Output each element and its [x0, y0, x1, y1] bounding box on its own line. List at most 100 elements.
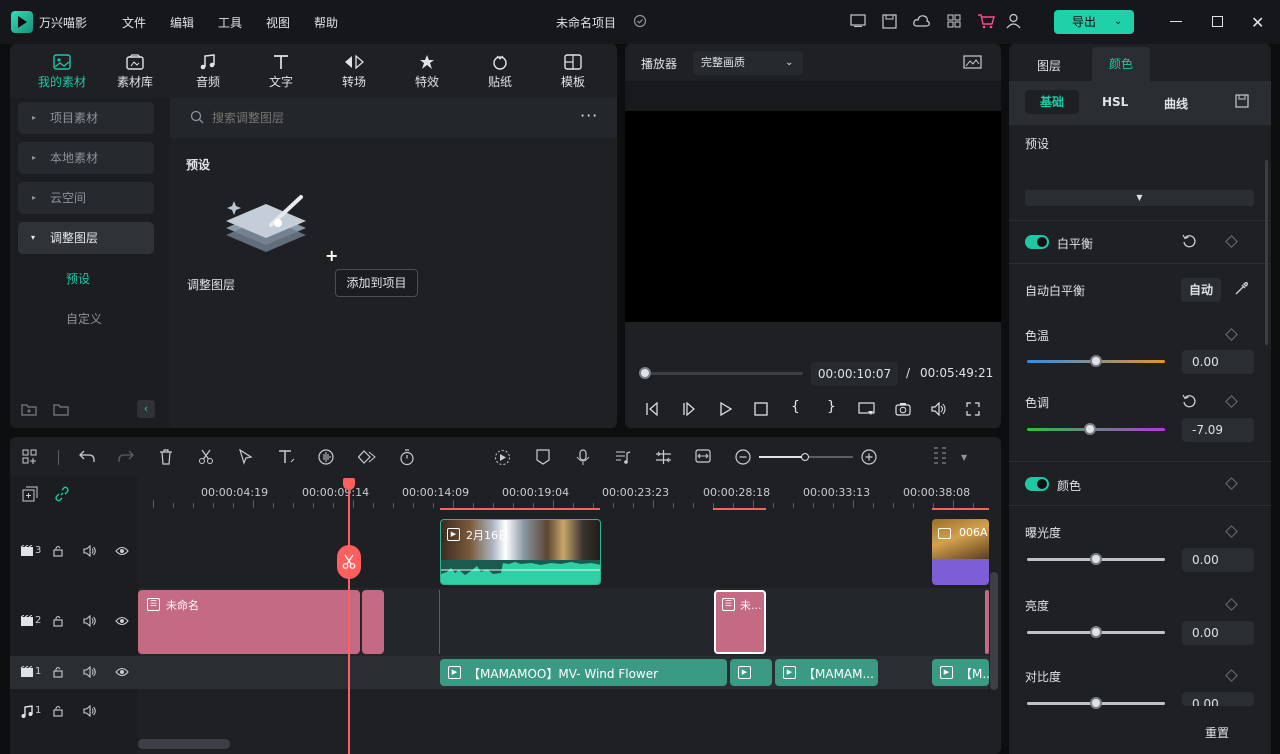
color-toggle[interactable] [1025, 477, 1049, 491]
tab-library[interactable]: 素材库 [105, 54, 165, 90]
brightness-value[interactable]: 0.00 [1182, 621, 1254, 645]
temperature-slider[interactable] [1027, 355, 1165, 367]
sidebar-item-project-media[interactable]: ▸ 项目素材 [18, 102, 154, 134]
menu-help[interactable]: 帮助 [314, 14, 338, 31]
exposure-slider[interactable] [1027, 553, 1165, 565]
tab-transition[interactable]: 转场 [324, 54, 384, 90]
split-scissors-icon[interactable] [198, 449, 214, 468]
tint-slider[interactable] [1027, 423, 1165, 435]
main-clip-wind-flower[interactable]: ▶ 【MAMAMOO】MV- Wind Flower [440, 659, 727, 686]
slider-knob[interactable] [1090, 355, 1102, 367]
zoom-in-icon[interactable] [861, 449, 877, 468]
export-button[interactable]: 导出 ⌄ [1054, 10, 1134, 34]
select-tool-icon[interactable] [238, 448, 254, 468]
zoom-slider[interactable] [759, 453, 853, 461]
track-lock-icon[interactable] [52, 666, 64, 681]
adjustment-clip-c[interactable] [985, 590, 989, 654]
mark-out-icon[interactable]: } [827, 399, 836, 415]
cart-icon[interactable] [977, 13, 995, 32]
video-clip-feb16[interactable]: ▶ 2月16日 [440, 519, 601, 585]
reset-button[interactable]: 重置 [1205, 724, 1229, 741]
account-icon[interactable] [1006, 13, 1021, 32]
tab-color[interactable]: 颜色 [1092, 47, 1150, 81]
contrast-value[interactable]: 0.00 [1182, 692, 1254, 706]
audio-edit-icon[interactable] [318, 449, 335, 468]
video-clip-006a[interactable]: 006A [932, 519, 989, 585]
save-icon[interactable] [882, 14, 897, 32]
sidebar-item-cloud[interactable]: ▸ 云空间 [18, 182, 154, 214]
tab-template[interactable]: 模板 [543, 54, 603, 90]
mark-in-icon[interactable]: { [791, 399, 800, 415]
text-tool-icon[interactable] [278, 449, 296, 468]
export-dropdown-icon[interactable]: ⌄ [1114, 10, 1122, 34]
eyedropper-icon[interactable] [1234, 281, 1249, 299]
track-visibility-icon[interactable] [115, 615, 129, 630]
playhead-line[interactable] [348, 487, 350, 754]
tab-my-media[interactable]: 我的素材 [32, 54, 92, 90]
brightness-slider[interactable] [1027, 626, 1165, 638]
playhead-split-button[interactable] [337, 545, 361, 579]
reset-white-balance-icon[interactable] [1182, 234, 1197, 252]
sidebar-item-adjustment-layer[interactable]: ▾ 调整图层 [18, 222, 154, 254]
new-folder-icon[interactable] [21, 402, 37, 419]
track-visibility-icon[interactable] [115, 666, 129, 681]
next-frame-icon[interactable] [682, 401, 696, 419]
slider-knob[interactable] [1090, 626, 1102, 638]
menu-file[interactable]: 文件 [122, 14, 146, 31]
layout-icon[interactable] [22, 449, 38, 468]
fullscreen-icon[interactable] [966, 402, 980, 419]
cloud-upload-icon[interactable] [913, 14, 931, 31]
adjustment-clip-b[interactable]: ☰ 未... [714, 590, 766, 654]
timeline-v-scrollbar[interactable] [990, 572, 998, 690]
menu-tools[interactable]: 工具 [218, 14, 242, 31]
preset-dropdown[interactable]: ▼ [1025, 190, 1254, 206]
playhead-handle[interactable] [343, 478, 355, 490]
track-lock-icon[interactable] [52, 615, 64, 630]
menu-edit[interactable]: 编辑 [170, 14, 194, 31]
auto-white-balance-button[interactable]: 自动 [1181, 278, 1221, 302]
maximize-icon[interactable] [1212, 16, 1223, 27]
link-icon[interactable] [54, 486, 70, 505]
microphone-icon[interactable] [576, 449, 590, 469]
tab-audio[interactable]: 音频 [178, 54, 238, 90]
white-balance-toggle[interactable] [1025, 235, 1049, 249]
tab-effects[interactable]: 特效 [397, 54, 457, 90]
tab-layer[interactable]: 图层 [1037, 57, 1061, 74]
panel-scrollbar[interactable] [1265, 160, 1268, 345]
temperature-value[interactable]: 0.00 [1182, 350, 1254, 374]
tab-sticker[interactable]: 贴纸 [470, 54, 530, 90]
track-mute-icon[interactable] [83, 704, 97, 720]
adjustment-clip-a[interactable]: ☰ 未命名 [138, 590, 360, 654]
tint-value[interactable]: -7.09 [1182, 418, 1254, 442]
marker-icon[interactable] [536, 449, 550, 468]
track-visibility-icon[interactable] [115, 545, 129, 560]
collapse-sidebar-icon[interactable]: ‹ [137, 400, 155, 418]
music-note-list-icon[interactable] [615, 449, 631, 468]
sidebar-sub-preset[interactable]: 预设 [66, 270, 90, 287]
track-layout-dropdown-icon[interactable]: ▼ [961, 453, 967, 462]
track-mute-icon[interactable] [83, 614, 97, 630]
subtab-basic[interactable]: 基础 [1025, 90, 1079, 114]
adjustment-clip-small[interactable] [362, 590, 384, 654]
search-input[interactable] [212, 106, 552, 130]
exposure-value[interactable]: 0.00 [1182, 548, 1254, 572]
sidebar-sub-custom[interactable]: 自定义 [66, 310, 102, 327]
adjustment-layer-card[interactable] [186, 183, 344, 269]
camera-icon[interactable] [895, 402, 911, 419]
zoom-out-icon[interactable] [735, 449, 751, 468]
menu-view[interactable]: 视图 [266, 14, 290, 31]
folder-icon[interactable] [53, 402, 69, 419]
subtab-hsl[interactable]: HSL [1102, 95, 1128, 109]
track-layout-icon[interactable] [932, 446, 948, 471]
player-progress-track[interactable] [639, 367, 803, 379]
render-preview-icon[interactable] [858, 402, 875, 419]
reset-tint-icon[interactable] [1182, 394, 1197, 412]
slider-knob[interactable] [1090, 697, 1102, 709]
track-lock-icon[interactable] [52, 545, 64, 560]
apps-grid-icon[interactable] [947, 14, 961, 31]
tab-text[interactable]: 文字 [251, 54, 311, 90]
track-mute-icon[interactable] [83, 544, 97, 560]
main-clip-mamam[interactable]: ▶ 【MAMAM... [775, 659, 878, 686]
delete-icon[interactable] [159, 449, 173, 468]
quality-select[interactable]: 完整画质 ⌄ [693, 51, 803, 75]
